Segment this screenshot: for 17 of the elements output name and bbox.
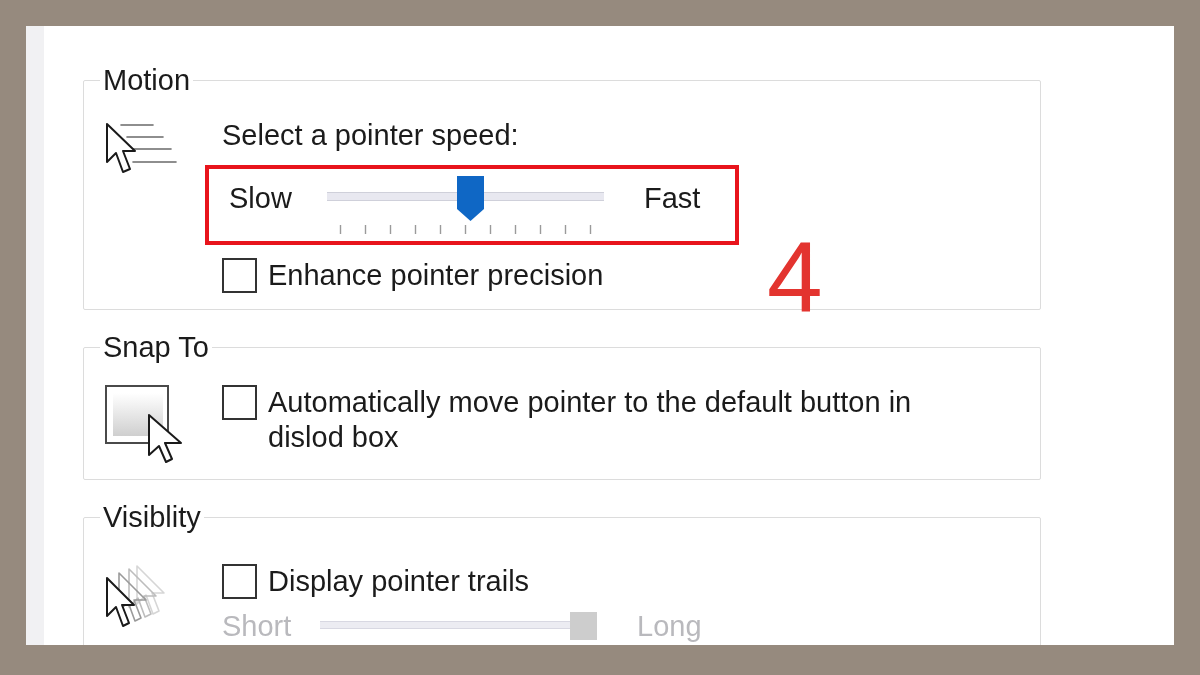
checkbox[interactable] <box>222 258 257 293</box>
group-title: Snap To <box>102 330 210 364</box>
checkbox-label: Enhance pointer precision <box>268 258 604 293</box>
group-title: Visiblity <box>102 500 202 534</box>
slider-max-label: Long <box>637 612 702 640</box>
checkbox-label: Automatically move pointer to the default button in dislod box <box>268 385 913 455</box>
checkbox[interactable] <box>222 564 257 599</box>
slider-thumb[interactable] <box>457 176 484 221</box>
checkbox-label: Display pointer trails <box>268 564 530 599</box>
checkbox[interactable] <box>222 385 257 420</box>
group-title: Motion <box>102 63 192 97</box>
slider-min-label: Slow <box>229 181 293 216</box>
step-number: 4 <box>767 227 823 327</box>
pointer-speed-icon <box>105 122 177 176</box>
slider-min-label: Short <box>222 612 293 640</box>
slider-max-label: Fast <box>644 181 701 216</box>
prompt-text: Select a pointer speed: <box>222 118 519 152</box>
